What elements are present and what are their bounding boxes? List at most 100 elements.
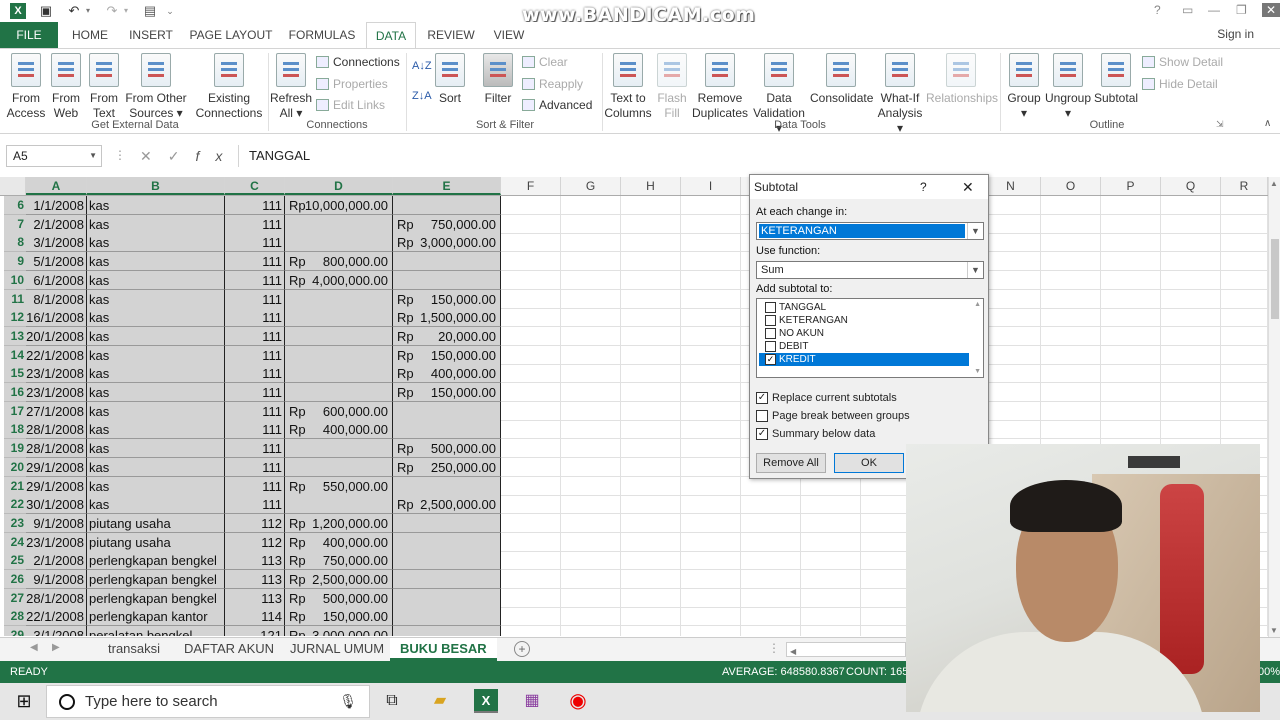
select-all-corner[interactable] [0, 177, 26, 195]
empty-cell[interactable] [681, 196, 741, 215]
empty-cell[interactable] [561, 289, 621, 309]
empty-cell[interactable] [981, 364, 1041, 384]
empty-cell[interactable] [1041, 196, 1101, 215]
cell-keterangan[interactable]: kas [87, 345, 225, 365]
empty-cell[interactable] [561, 570, 621, 589]
empty-cell[interactable] [981, 326, 1041, 346]
empty-cell[interactable] [561, 214, 621, 234]
empty-cell[interactable] [561, 457, 621, 477]
cell-debit[interactable] [285, 233, 393, 253]
empty-cell[interactable] [681, 308, 741, 328]
empty-cell[interactable] [1221, 233, 1268, 253]
empty-cell[interactable] [621, 570, 681, 589]
empty-cell[interactable] [561, 233, 621, 253]
cell-keterangan[interactable]: kas [87, 196, 225, 215]
cell-no-akun[interactable]: 111 [225, 308, 285, 328]
customize-toolbar-icon[interactable]: ⌄ [162, 3, 178, 19]
from-other-sources-button[interactable]: From Other Sources ▾ [124, 53, 188, 121]
empty-cell[interactable] [1161, 270, 1221, 290]
cell-no-akun[interactable]: 111 [225, 495, 285, 515]
empty-cell[interactable] [981, 270, 1041, 290]
empty-cell[interactable] [621, 252, 681, 272]
save-icon[interactable]: ▣ [38, 3, 54, 19]
empty-cell[interactable] [1221, 401, 1268, 421]
tab-page-layout[interactable]: PAGE LAYOUT [186, 22, 276, 48]
cell-keterangan[interactable]: perlengkapan bengkel [87, 588, 225, 608]
cell-debit[interactable]: Rp 10,000,000.00 [285, 196, 393, 215]
empty-cell[interactable] [501, 383, 561, 402]
cell-no-akun[interactable]: 112 [225, 532, 285, 552]
list-scroll-up-icon[interactable]: ▲ [974, 301, 981, 308]
empty-cell[interactable] [681, 383, 741, 402]
empty-cell[interactable] [561, 364, 621, 384]
tab-formulas[interactable]: FORMULAS [284, 22, 360, 48]
empty-cell[interactable] [621, 513, 681, 533]
empty-cell[interactable] [501, 532, 561, 552]
row-header[interactable]: 9 [4, 252, 26, 272]
empty-cell[interactable] [501, 513, 561, 533]
cell-debit[interactable] [285, 214, 393, 234]
column-header[interactable]: B [87, 177, 225, 195]
empty-cell[interactable] [981, 401, 1041, 421]
cell-debit[interactable]: Rp 600,000.00 [285, 401, 393, 421]
empty-cell[interactable] [1221, 345, 1268, 365]
empty-cell[interactable] [1041, 401, 1101, 421]
column-header[interactable]: I [681, 177, 741, 195]
list-scroll-down-icon[interactable]: ▼ [974, 368, 981, 375]
cell-tanggal[interactable]: 9/1/2008 [26, 570, 87, 589]
empty-cell[interactable] [1161, 214, 1221, 234]
empty-cell[interactable] [1041, 289, 1101, 309]
cell-debit[interactable] [285, 439, 393, 459]
empty-cell[interactable] [561, 607, 621, 627]
row-header[interactable]: 14 [4, 345, 26, 365]
empty-cell[interactable] [1221, 289, 1268, 309]
cell-tanggal[interactable]: 23/1/2008 [26, 364, 87, 384]
cell-keterangan[interactable]: kas [87, 289, 225, 309]
help-icon[interactable]: ? [1154, 3, 1161, 17]
empty-cell[interactable] [621, 326, 681, 346]
empty-cell[interactable] [1221, 326, 1268, 346]
close-icon[interactable]: ✕ [1262, 3, 1280, 17]
empty-cell[interactable] [621, 551, 681, 571]
column-header[interactable]: Q [1161, 177, 1221, 195]
cell-debit[interactable]: Rp 550,000.00 [285, 476, 393, 496]
cell-no-akun[interactable]: 113 [225, 570, 285, 589]
empty-cell[interactable] [1041, 420, 1101, 440]
empty-cell[interactable] [621, 439, 681, 459]
empty-cell[interactable] [681, 345, 741, 365]
empty-cell[interactable] [1101, 401, 1161, 421]
cell-tanggal[interactable]: 6/1/2008 [26, 270, 87, 290]
empty-cell[interactable] [621, 308, 681, 328]
empty-cell[interactable] [1041, 364, 1101, 384]
cell-no-akun[interactable]: 121 [225, 626, 285, 636]
cell-no-akun[interactable]: 111 [225, 289, 285, 309]
row-header[interactable]: 19 [4, 439, 26, 459]
cell-kredit[interactable]: Rp 150,000.00 [393, 289, 501, 309]
cell-tanggal[interactable]: 30/1/2008 [26, 495, 87, 515]
tab-split-icon[interactable]: ⋮ [768, 641, 780, 655]
cell-tanggal[interactable]: 20/1/2008 [26, 326, 87, 346]
empty-cell[interactable] [501, 401, 561, 421]
empty-cell[interactable] [1101, 270, 1161, 290]
row-header[interactable]: 8 [4, 233, 26, 253]
empty-cell[interactable] [681, 495, 741, 515]
row-header[interactable]: 12 [4, 308, 26, 328]
empty-cell[interactable] [1221, 214, 1268, 234]
empty-cell[interactable] [1221, 308, 1268, 328]
cell-kredit[interactable] [393, 551, 501, 571]
cell-tanggal[interactable]: 23/1/2008 [26, 532, 87, 552]
empty-cell[interactable] [1161, 289, 1221, 309]
column-header[interactable]: G [561, 177, 621, 195]
empty-cell[interactable] [1161, 308, 1221, 328]
tab-review[interactable]: REVIEW [424, 22, 478, 48]
empty-cell[interactable] [801, 607, 861, 627]
cell-keterangan[interactable]: kas [87, 270, 225, 290]
tab-insert[interactable]: INSERT [124, 22, 178, 48]
cell-tanggal[interactable]: 3/1/2008 [26, 626, 87, 636]
scroll-down-icon[interactable]: ▼ [1270, 626, 1278, 635]
subtotal-button[interactable]: Subtotal [1094, 53, 1138, 106]
empty-cell[interactable] [801, 495, 861, 515]
empty-cell[interactable] [561, 532, 621, 552]
empty-cell[interactable] [801, 551, 861, 571]
cell-tanggal[interactable]: 5/1/2008 [26, 252, 87, 272]
